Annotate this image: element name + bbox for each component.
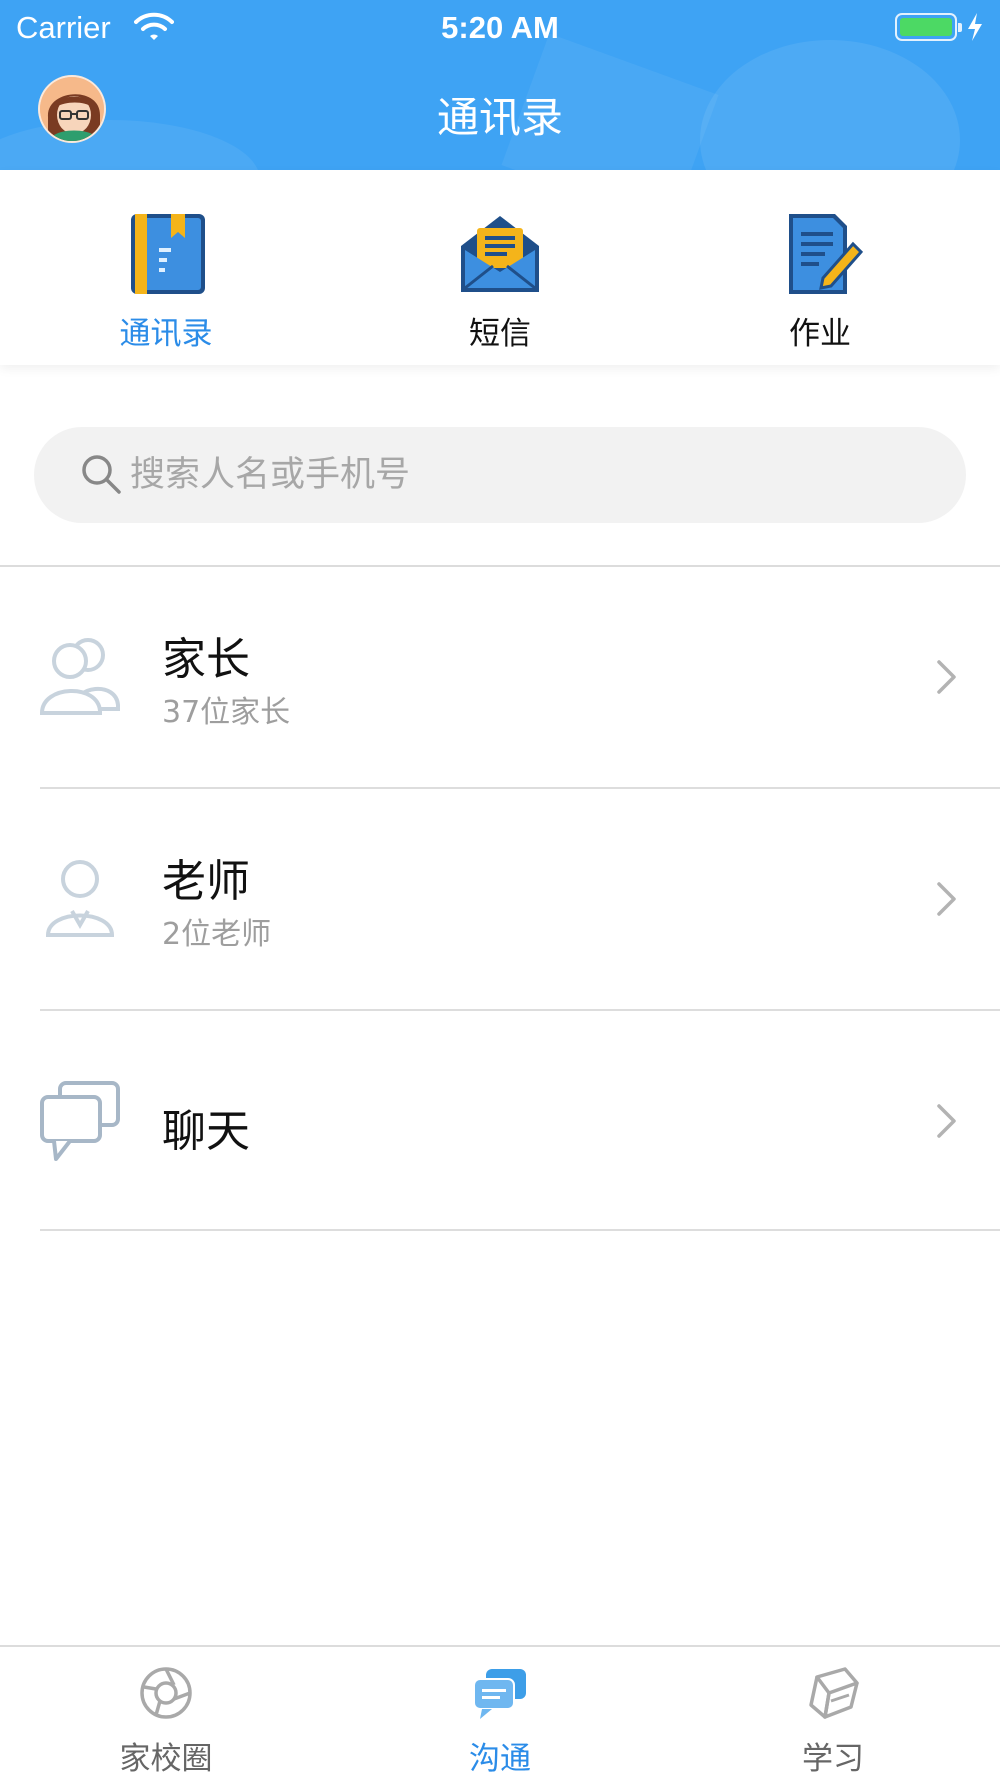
chevron-right-icon [937,882,956,916]
list-item-subtitle: 2位老师 [162,917,272,952]
tab-home-circle[interactable]: 家校圈 [66,1647,266,1778]
search-input[interactable] [130,447,910,503]
tab-label: 短信 [469,316,531,352]
clock: 5:20 AM [441,10,559,45]
tab-label: 家校圈 [119,1741,213,1777]
circle-lens-icon [140,1667,192,1719]
page-title: 通讯录 [436,93,563,142]
tab-homework[interactable]: 作业 [720,170,920,365]
search-icon [82,455,121,494]
parents-group-icon [39,638,120,715]
tab-communication[interactable]: 沟通 [400,1647,600,1778]
tab-label: 沟通 [469,1741,531,1777]
homework-icon [789,214,864,294]
nav-header: Carrier 5:20 AM 通讯录 [0,0,1000,170]
list-item-title: 家长 [162,634,250,685]
envelope-icon [461,216,539,292]
tab-label: 通讯录 [119,316,213,352]
tab-label: 学习 [802,1741,864,1777]
status-bar: Carrier 5:20 AM [0,0,1000,56]
top-tab-bar: 通讯录 短信 作业 [0,170,1000,365]
book-icon [809,1667,859,1719]
chat-icon [473,1669,526,1719]
tab-label: 作业 [789,316,851,352]
tab-address-book[interactable]: 通讯录 [66,170,266,365]
list-item-title: 老师 [162,856,250,907]
chat-bubbles-icon [40,1081,120,1161]
battery-icon [895,13,962,41]
list-item-chat[interactable]: 聊天 [0,1011,1000,1231]
address-book-icon [131,214,205,294]
list-item-teachers[interactable]: 老师 2位老师 [0,789,1000,1011]
list-item-subtitle: 37位家长 [162,695,291,730]
tab-sms[interactable]: 短信 [400,170,600,365]
bottom-tab-bar: 家校圈 沟通 学习 [0,1645,1000,1778]
divider [40,1229,1000,1231]
charging-icon [968,13,982,41]
search-bar [34,427,966,523]
list-item-parents[interactable]: 家长 37位家长 [0,567,1000,787]
list-item-title: 聊天 [162,1106,250,1157]
tab-study[interactable]: 学习 [733,1647,933,1778]
chevron-right-icon [937,660,956,694]
teacher-icon [45,860,115,937]
chevron-right-icon [937,1104,956,1138]
